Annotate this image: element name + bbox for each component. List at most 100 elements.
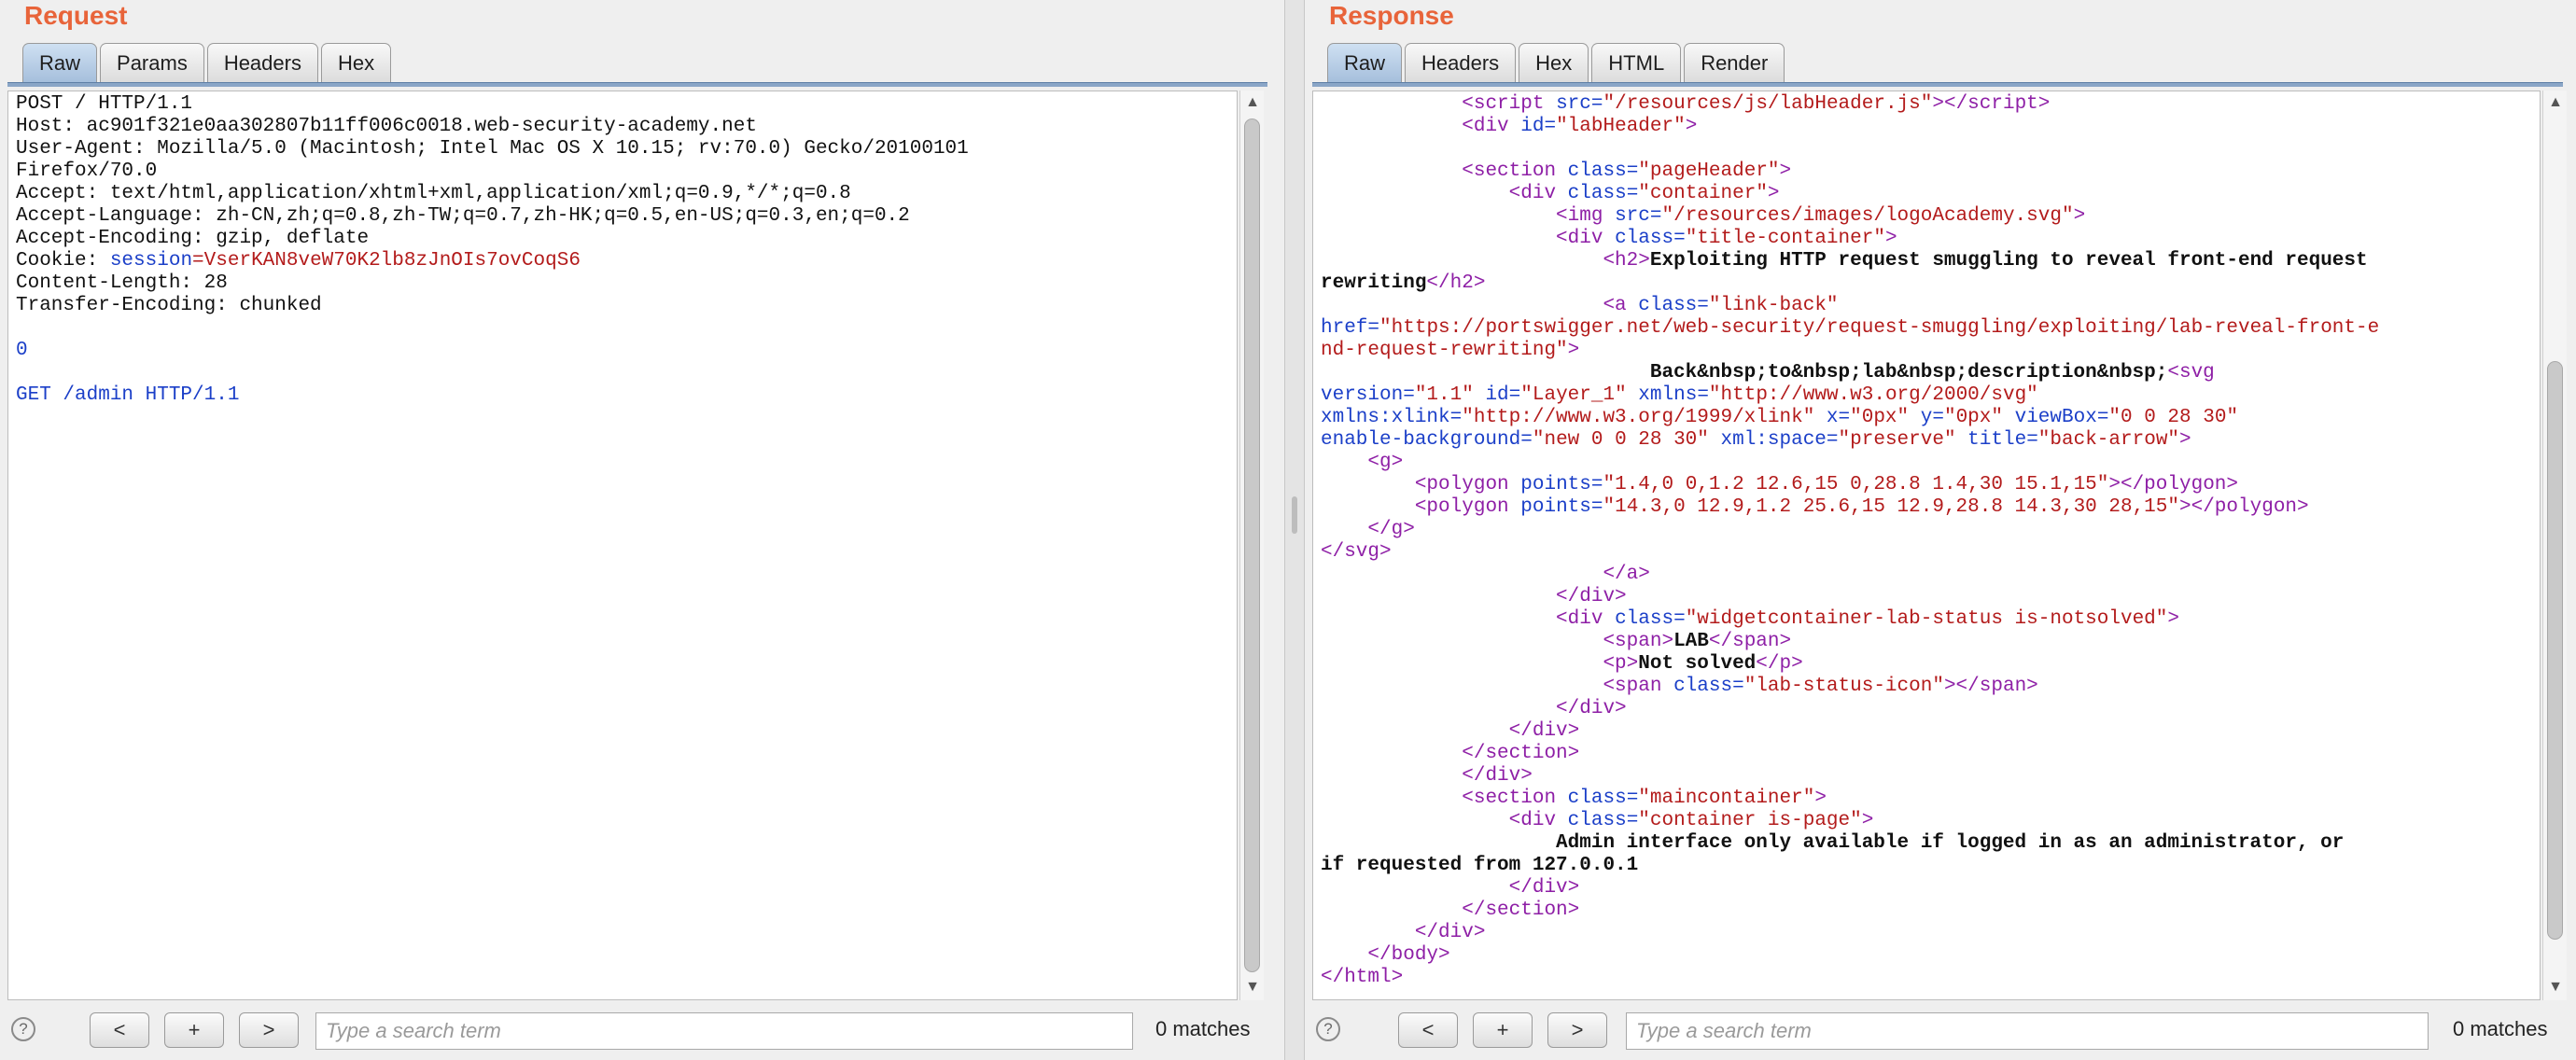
divider-grip[interactable]	[1292, 496, 1297, 534]
prev-button[interactable]: <	[90, 1012, 149, 1048]
response-title: Response	[1329, 1, 1454, 30]
host-header: Host: ac901f321e0aa302807b11ff006c0018.w…	[16, 116, 757, 137]
response-code-token: <g>	[1367, 452, 1404, 473]
request-text: POST / HTTP/1.1 Host: ac901f321e0aa30280…	[16, 93, 969, 407]
response-panel: Response Raw Headers Hex HTML Render <sc…	[1305, 0, 2576, 1060]
response-code-token: "title-container"	[1685, 228, 1885, 249]
response-code-token	[1321, 228, 1556, 249]
search-input[interactable]	[315, 1012, 1133, 1050]
response-code-token	[1321, 452, 1367, 473]
tab-params[interactable]: Params	[100, 43, 204, 82]
response-code-token: src	[1544, 93, 1591, 115]
accept-header: Accept: text/html,application/xhtml+xml,…	[16, 183, 851, 204]
response-scrollbar[interactable]: ▲ ▼	[2542, 91, 2567, 1000]
response-code-token: class	[1626, 295, 1698, 316]
response-code-token: =	[1673, 228, 1686, 249]
response-code-token: </div>	[1414, 922, 1486, 943]
response-code-token: if requested from 127.0.0.1	[1321, 855, 1639, 876]
accept-encoding-header: Accept-Encoding: gzip, deflate	[16, 228, 370, 249]
response-code-token	[1321, 93, 1462, 115]
response-code-token: <img	[1556, 205, 1603, 227]
scroll-up-icon[interactable]: ▲	[2543, 91, 2568, 115]
transfer-encoding-header: Transfer-Encoding: chunked	[16, 295, 322, 316]
scroll-down-icon[interactable]: ▼	[1240, 975, 1265, 999]
user-agent-cont: Firefox/70.0	[16, 160, 158, 182]
tab-hex[interactable]: Hex	[320, 43, 392, 82]
response-code-token: =	[1649, 205, 1662, 227]
response-code-token: xmlns:xlink	[1321, 407, 1450, 428]
help-icon[interactable]: ?	[1316, 1017, 1340, 1041]
response-code-token: >	[1884, 228, 1897, 249]
response-editor[interactable]: <script src="/resources/js/labHeader.js"…	[1312, 91, 2541, 1000]
next-button[interactable]: >	[239, 1012, 299, 1048]
scroll-thumb[interactable]	[2547, 361, 2563, 940]
content-length-header: Content-Length: 28	[16, 272, 228, 294]
response-code-token	[1321, 698, 1556, 719]
response-tabs: Raw Headers Hex HTML Render	[1327, 43, 1785, 82]
scroll-up-icon[interactable]: ▲	[1240, 91, 1265, 115]
response-code-token: =	[1590, 93, 1603, 115]
response-code-token: Exploiting HTTP request smuggling to rev…	[1649, 250, 2368, 272]
response-code-token: "http://www.w3.org/1999/xlink"	[1462, 407, 1815, 428]
scroll-down-icon[interactable]: ▼	[2543, 975, 2568, 999]
tab-hex[interactable]: Hex	[1519, 43, 1589, 82]
response-code-token: >	[2179, 429, 2191, 451]
response-code-token: >	[2037, 93, 2051, 115]
response-code-token: class	[1556, 183, 1627, 204]
response-code-token: =	[1508, 384, 1521, 406]
tab-underline	[1312, 82, 2563, 87]
response-code-token: ></span>	[1943, 676, 2038, 697]
response-code-token: =	[1449, 407, 1463, 428]
add-button[interactable]: +	[1473, 1012, 1533, 1048]
response-code-token: "widgetcontainer-lab-status is-notsolved…	[1685, 608, 2168, 630]
response-code-token: =	[1590, 496, 1603, 518]
response-code-token: <div	[1508, 810, 1557, 831]
search-input[interactable]	[1626, 1012, 2429, 1050]
split-pane-divider[interactable]	[1284, 0, 1305, 1060]
response-code-token	[1321, 922, 1415, 943]
tab-headers[interactable]: Headers	[206, 43, 318, 82]
response-code-token	[1321, 519, 1367, 540]
response-code-token: <div	[1462, 116, 1509, 137]
response-code-token: nd-request-rewriting"	[1321, 340, 1568, 361]
response-code-token: =	[1626, 160, 1639, 182]
next-button[interactable]: >	[1547, 1012, 1607, 1048]
help-icon[interactable]: ?	[11, 1017, 35, 1041]
response-code-token: class	[1556, 788, 1627, 809]
response-code-token	[1321, 205, 1556, 227]
response-code-token: "0px"	[1943, 407, 2003, 428]
response-code-token: "0px"	[1850, 407, 1910, 428]
response-code-token: Not solved	[1638, 653, 1757, 675]
tab-html[interactable]: HTML	[1591, 43, 1682, 82]
request-scrollbar[interactable]: ▲ ▼	[1239, 91, 1264, 1000]
response-code-token	[1321, 877, 1509, 899]
response-code-token	[1321, 160, 1462, 182]
tab-raw[interactable]: Raw	[22, 43, 98, 82]
response-code-token	[1321, 743, 1462, 764]
add-button[interactable]: +	[164, 1012, 224, 1048]
response-text: <script src="/resources/js/labHeader.js"…	[1321, 93, 2379, 989]
response-code-token: "back-arrow"	[2037, 429, 2180, 451]
response-code-token	[1321, 564, 1603, 585]
response-code-token: </h2>	[1426, 272, 1486, 294]
response-code-token: </body>	[1367, 944, 1450, 966]
tab-raw[interactable]: Raw	[1327, 43, 1403, 82]
response-code-token: class	[1603, 228, 1674, 249]
response-code-token: =	[2026, 429, 2038, 451]
request-editor[interactable]: POST / HTTP/1.1 Host: ac901f321e0aa30280…	[7, 91, 1238, 1000]
response-code-token: class	[1556, 810, 1627, 831]
response-code-token: ></polygon>	[2108, 474, 2238, 495]
response-code-token: class	[1556, 160, 1627, 182]
scroll-thumb[interactable]	[1244, 119, 1260, 972]
response-code-token: =	[1626, 788, 1639, 809]
tab-headers[interactable]: Headers	[1405, 43, 1517, 82]
response-code-token: </div>	[1508, 720, 1580, 742]
tab-render[interactable]: Render	[1684, 43, 1785, 82]
prev-button[interactable]: <	[1398, 1012, 1458, 1048]
accept-language-header: Accept-Language: zh-CN,zh;q=0.8,zh-TW;q=…	[16, 205, 910, 227]
response-code-token: =	[1626, 810, 1639, 831]
response-code-token: "Layer_1"	[1520, 384, 1627, 406]
response-code-token: =	[1732, 676, 1744, 697]
cookie-value: VserKAN8veW70K2lb8zJnOIs7ovCoqS6	[203, 250, 581, 272]
response-code-token	[1321, 608, 1556, 630]
